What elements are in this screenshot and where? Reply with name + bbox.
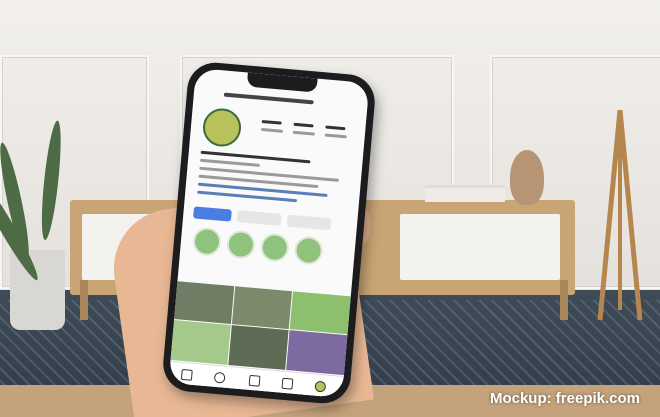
- message-button: [236, 210, 282, 226]
- story-highlight: [293, 235, 324, 266]
- post-thumbnail: [174, 281, 235, 325]
- mockup-photo: Mockup: freepik.com: [0, 0, 660, 417]
- following-count: [324, 124, 347, 144]
- vase: [510, 150, 544, 205]
- search-icon: [213, 371, 226, 384]
- phone-notch: [246, 72, 318, 93]
- sideboard-leg: [80, 280, 88, 320]
- plant-pot: [10, 250, 65, 330]
- profile-username-blur: [223, 92, 314, 105]
- bio-line: [199, 158, 260, 167]
- books: [425, 185, 505, 202]
- post-thumbnail: [289, 291, 351, 335]
- smartphone: [160, 60, 378, 406]
- sideboard-door: [400, 214, 560, 280]
- reels-icon: [248, 374, 261, 387]
- story-highlight: [225, 229, 257, 260]
- sideboard-leg: [560, 280, 568, 320]
- story-highlight: [191, 226, 223, 257]
- floor-lamp: [597, 110, 643, 320]
- shop-icon: [281, 377, 294, 390]
- post-thumbnail: [228, 325, 289, 370]
- profile-avatar: [201, 106, 243, 149]
- posts-count: [260, 118, 284, 138]
- profile-icon: [314, 380, 327, 393]
- credit-caption: Mockup: freepik.com: [489, 390, 640, 407]
- home-icon: [180, 368, 193, 381]
- post-thumbnail: [170, 320, 231, 365]
- post-thumbnail: [231, 286, 293, 330]
- story-highlight: [259, 232, 290, 263]
- contact-button: [286, 214, 332, 231]
- phone-screen: [168, 68, 370, 398]
- post-thumbnail: [286, 330, 348, 376]
- followers-count: [292, 121, 315, 141]
- follow-button: [192, 206, 232, 222]
